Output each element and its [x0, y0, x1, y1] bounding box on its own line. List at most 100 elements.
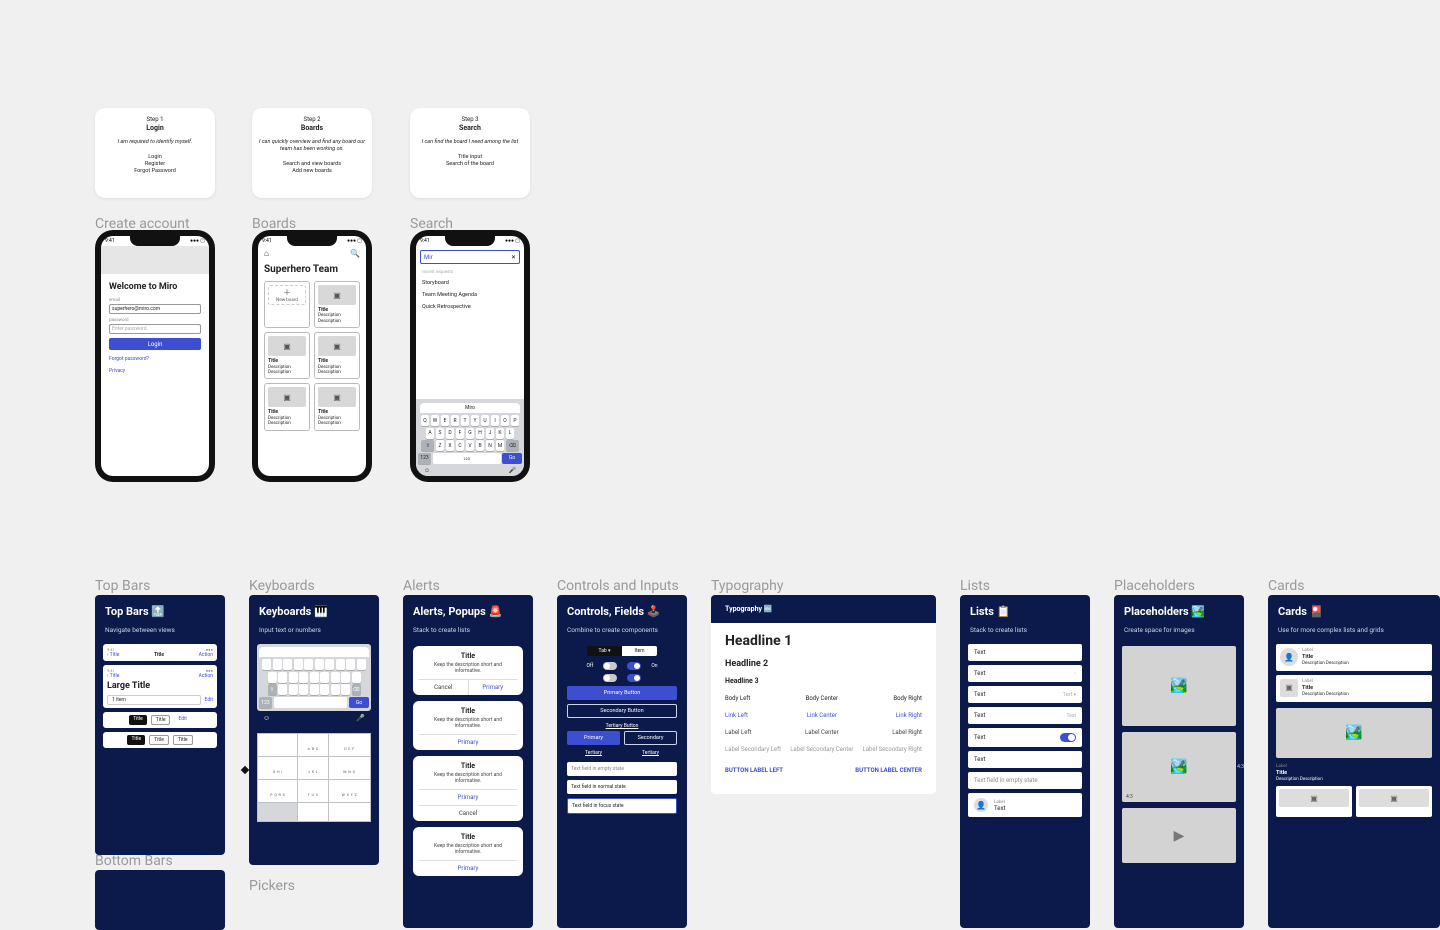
- link[interactable]: Link Center: [807, 712, 837, 719]
- recent-item[interactable]: Quick Retrospective: [416, 301, 524, 313]
- primary-button[interactable]: Primary Button: [567, 686, 677, 700]
- key-t[interactable]: T: [304, 659, 313, 670]
- card-row[interactable]: ▣ LabelTitleDescription Description: [1276, 675, 1432, 702]
- key-g[interactable]: G: [310, 672, 319, 683]
- key-w[interactable]: W: [273, 659, 282, 670]
- secondary-button-half[interactable]: Secondary: [624, 731, 677, 745]
- key-j[interactable]: J: [486, 428, 495, 439]
- key-⌫[interactable]: ⌫: [506, 440, 519, 451]
- mini-card[interactable]: ▣Title: [1276, 786, 1352, 817]
- list-row-avatar[interactable]: 👤LabelText: [968, 793, 1082, 817]
- edit-link[interactable]: Edit: [205, 697, 213, 703]
- key-g[interactable]: G: [466, 428, 475, 439]
- primary-button-half[interactable]: Primary: [567, 731, 620, 745]
- key-l[interactable]: L: [506, 428, 515, 439]
- mini-card[interactable]: ▣Title: [1356, 786, 1432, 817]
- key-d[interactable]: D: [289, 672, 298, 683]
- numkey-2[interactable]: 2A B C: [298, 734, 328, 757]
- cancel-button[interactable]: Cancel: [419, 679, 469, 695]
- key-s[interactable]: S: [278, 672, 287, 683]
- key-m[interactable]: M: [496, 440, 505, 451]
- phone-search[interactable]: 9:41●●● ▢ Mir ✕ recent requests Storyboa…: [410, 230, 530, 482]
- primary-button[interactable]: Primary: [469, 679, 518, 695]
- key-f[interactable]: F: [299, 672, 308, 683]
- login-button[interactable]: Login: [109, 338, 201, 350]
- tertiary-link[interactable]: Tertiary: [567, 748, 620, 758]
- privacy-link[interactable]: Privacy: [109, 368, 201, 374]
- numkey-5[interactable]: 5J K L: [298, 757, 328, 780]
- segment[interactable]: Title: [149, 735, 169, 745]
- key-j[interactable]: J: [331, 672, 340, 683]
- key-⌫[interactable]: ⌫: [352, 684, 361, 695]
- numkey-3[interactable]: 3D E F: [328, 734, 370, 757]
- forgot-password-link[interactable]: Forgot password?: [109, 356, 201, 362]
- key-s[interactable]: S: [436, 428, 445, 439]
- key-c[interactable]: C: [456, 440, 465, 451]
- link[interactable]: Link Right: [896, 712, 922, 719]
- key-y[interactable]: Y: [315, 659, 324, 670]
- frame-alerts[interactable]: Alerts, Popups 🚨 Stack to create lists T…: [403, 595, 533, 928]
- key-p[interactable]: P: [511, 415, 520, 426]
- key-h[interactable]: H: [476, 428, 485, 439]
- key-123[interactable]: 123: [418, 453, 431, 464]
- key-p[interactable]: P: [357, 659, 366, 670]
- segment-active[interactable]: Title: [129, 715, 147, 725]
- list-row[interactable]: TextText: [968, 707, 1082, 724]
- numkey-7[interactable]: 7P Q R S: [258, 780, 298, 803]
- card-row[interactable]: 👤 LabelTitleDescription Description: [1276, 644, 1432, 671]
- search-icon[interactable]: 🔍: [350, 249, 360, 258]
- key-i[interactable]: I: [491, 415, 500, 426]
- link[interactable]: Link Left: [725, 712, 748, 719]
- key-o[interactable]: O: [501, 415, 510, 426]
- phone-create-account[interactable]: 9:41●●● ▢ Welcome to Miro email superher…: [95, 230, 215, 482]
- key-c[interactable]: C: [299, 684, 308, 695]
- key-⇧[interactable]: ⇧: [268, 684, 277, 695]
- key-z[interactable]: Z: [278, 684, 287, 695]
- numkey-0[interactable]: 0: [298, 803, 328, 822]
- numkey-4[interactable]: 4G H I: [258, 757, 298, 780]
- segment[interactable]: Title: [173, 735, 193, 745]
- clear-icon[interactable]: ✕: [511, 254, 516, 261]
- key-space[interactable]: 123: [274, 697, 347, 708]
- frame-cards[interactable]: Cards 🎴 Use for more complex lists and g…: [1268, 595, 1440, 928]
- key-r[interactable]: R: [451, 415, 460, 426]
- key-e[interactable]: E: [441, 415, 450, 426]
- key-d[interactable]: D: [446, 428, 455, 439]
- emoji-icon[interactable]: ☺: [424, 467, 430, 474]
- board-tile[interactable]: ▣TitleDescription Description: [314, 332, 360, 379]
- key-t[interactable]: T: [461, 415, 470, 426]
- phone-boards[interactable]: 9:41●●● ▢ ⌂ 🔍 Superhero Team ＋New board …: [252, 230, 372, 482]
- keyboard-suggestion[interactable]: Miro: [420, 403, 520, 413]
- list-row[interactable]: Text›: [968, 665, 1082, 682]
- key-x[interactable]: X: [446, 440, 455, 451]
- email-input[interactable]: superhero@miro.com: [109, 304, 201, 314]
- key-v[interactable]: V: [466, 440, 475, 451]
- recent-item[interactable]: Storyboard: [416, 277, 524, 289]
- list-row[interactable]: Text: [968, 751, 1082, 768]
- numkey-8[interactable]: 8T U V: [298, 780, 328, 803]
- search-field[interactable]: Mir ✕: [420, 250, 520, 264]
- key-f[interactable]: F: [456, 428, 465, 439]
- mic-icon[interactable]: 🎤: [356, 714, 365, 722]
- step-card-2[interactable]: Step 2 Boards I can quickly overview and…: [252, 108, 372, 198]
- step-card-1[interactable]: Step 1 Login I am required to identify m…: [95, 108, 215, 198]
- primary-button[interactable]: Primary: [419, 789, 517, 805]
- key-w[interactable]: W: [431, 415, 440, 426]
- frame-placeholders[interactable]: Placeholders 🏞️ Create space for images …: [1114, 595, 1244, 928]
- key-m[interactable]: M: [341, 684, 350, 695]
- list-row[interactable]: Text: [968, 644, 1082, 661]
- switch-on[interactable]: [627, 662, 641, 670]
- frame-bottom-bars[interactable]: [95, 870, 225, 930]
- key-123[interactable]: 123: [259, 697, 272, 708]
- key-k[interactable]: K: [496, 428, 505, 439]
- key-a[interactable]: A: [268, 672, 277, 683]
- frame-keyboards[interactable]: Keyboards 🎹 Input text or numbers Miro Q…: [249, 595, 379, 865]
- list-row-placeholder[interactable]: Text field in empty state: [968, 772, 1082, 789]
- key-b[interactable]: B: [476, 440, 485, 451]
- key-b[interactable]: B: [320, 684, 329, 695]
- key-z[interactable]: Z: [436, 440, 445, 451]
- board-tile[interactable]: ▣TitleDescription Description: [314, 383, 360, 430]
- key-space[interactable]: 123: [433, 453, 501, 464]
- secondary-button[interactable]: Secondary Button: [567, 704, 677, 718]
- segment[interactable]: Edit: [174, 715, 190, 725]
